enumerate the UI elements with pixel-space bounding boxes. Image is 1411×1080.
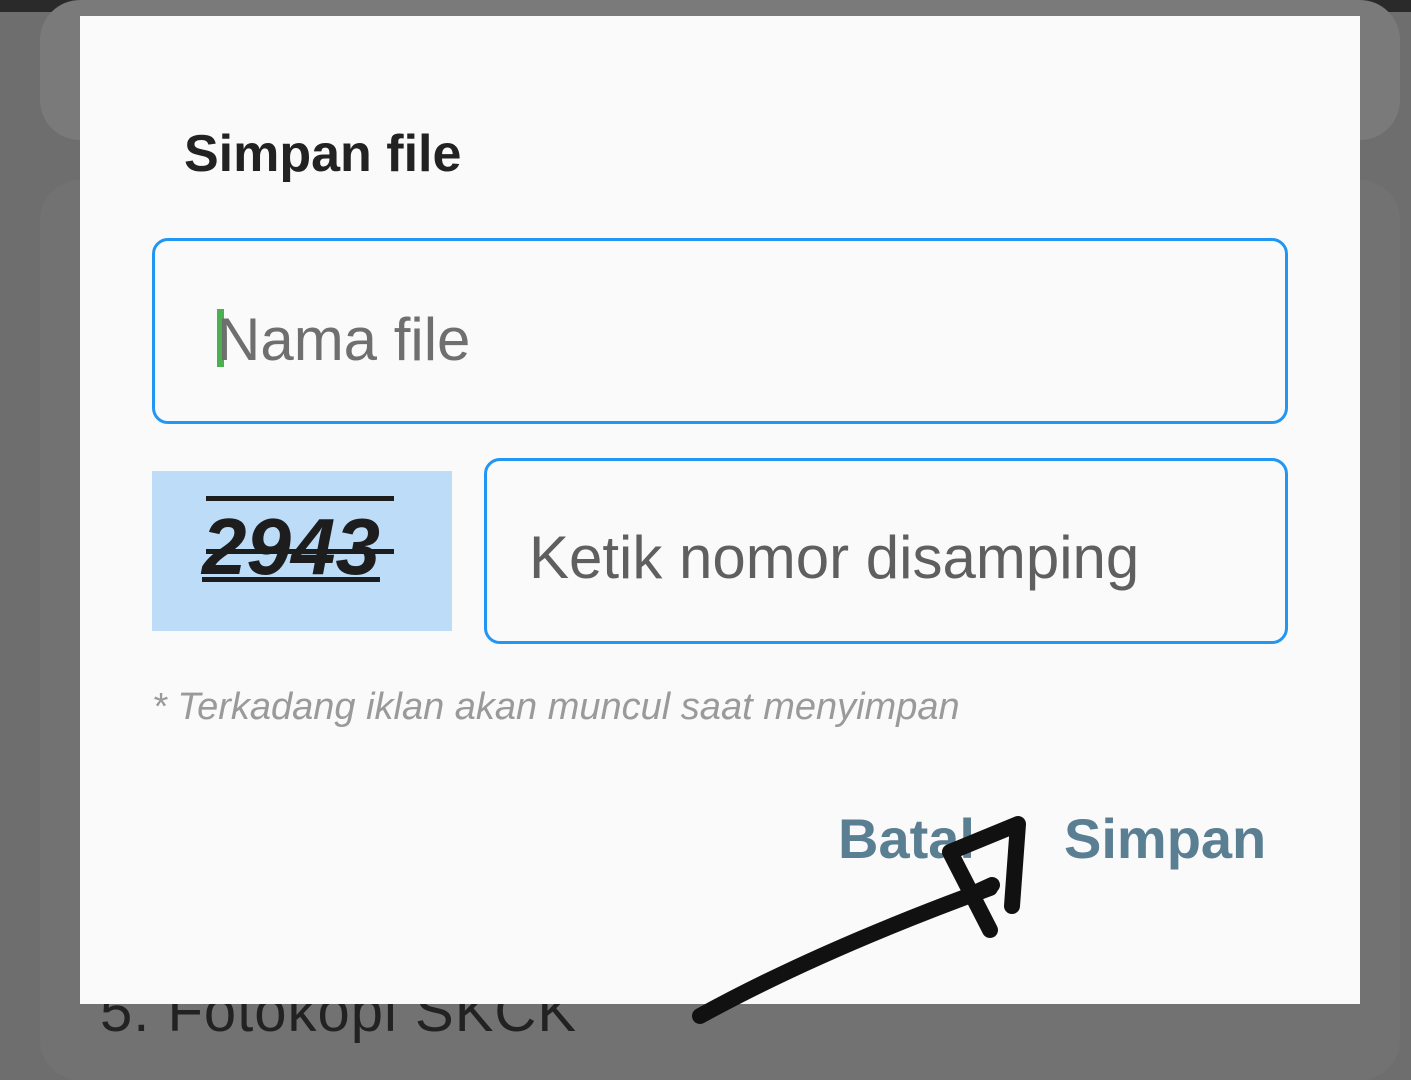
save-button[interactable]: Simpan <box>1064 806 1266 871</box>
ad-notice: * Terkadang iklan akan muncul saat menyi… <box>152 686 960 728</box>
filename-placeholder: Nama file <box>217 306 471 373</box>
captcha-code: 2943 <box>202 502 380 591</box>
filename-input[interactable]: Nama file <box>152 238 1288 424</box>
captcha-input[interactable]: Ketik nomor disamping <box>484 458 1288 644</box>
dialog-title: Simpan file <box>184 125 462 183</box>
captcha-image: 2943 <box>152 471 452 631</box>
captcha-placeholder: Ketik nomor disamping <box>529 524 1140 591</box>
captcha-strikethrough <box>206 549 394 554</box>
save-file-dialog: Simpan file Nama file 2943 Ketik nomor d… <box>80 16 1360 1004</box>
cancel-button[interactable]: Batal <box>838 806 975 871</box>
